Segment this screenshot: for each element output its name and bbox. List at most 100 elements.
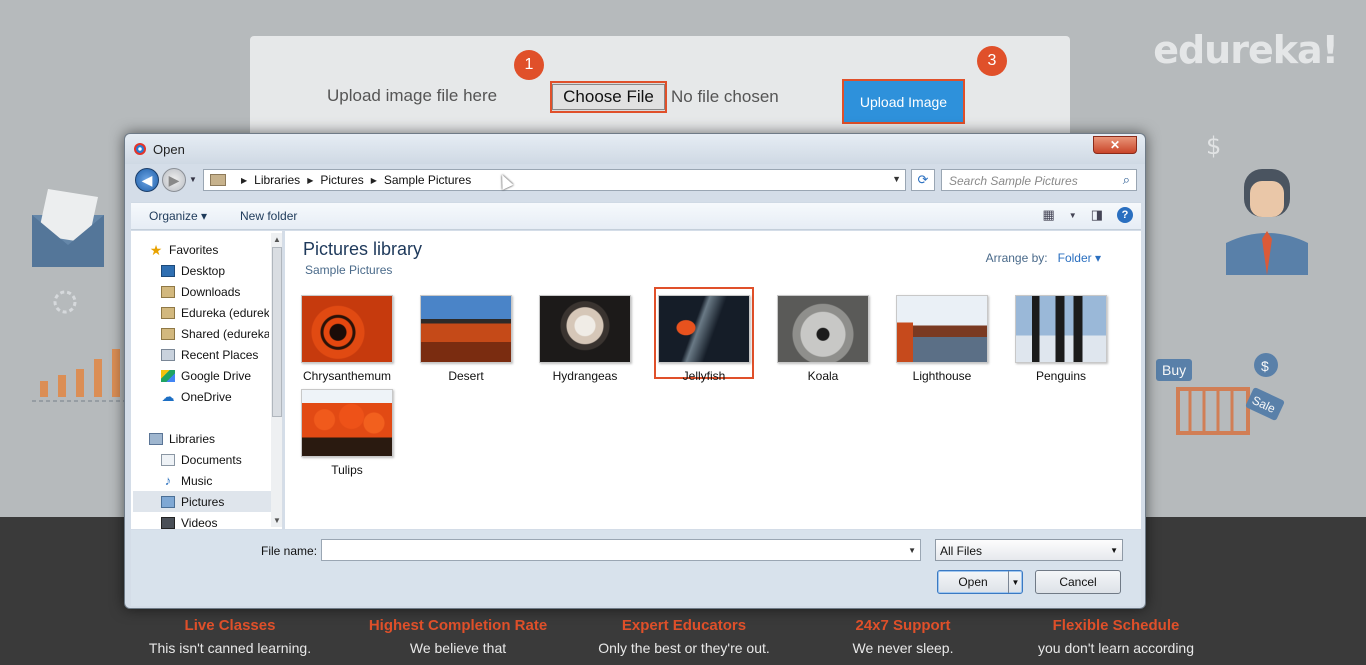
feature-desc: We believe that (409, 640, 507, 656)
penguins-thumbnail (1015, 295, 1107, 363)
file-name: Hydrangeas (552, 369, 618, 383)
dollar-illustration: $ (1206, 132, 1221, 160)
step-badge-3: 3 (977, 46, 1007, 76)
open-button-label: Open (958, 575, 988, 589)
breadcrumb-arrow-icon[interactable]: ▶ (307, 176, 313, 185)
arrange-by-control[interactable]: Arrange by: Folder ▾ (986, 251, 1101, 265)
file-name: Desert (448, 369, 484, 383)
sidebar-item-shared[interactable]: Shared (edureka (161, 323, 269, 344)
sidebar-item-label: Pictures (181, 494, 225, 509)
google-drive-icon (161, 369, 175, 382)
help-icon[interactable]: ? (1117, 207, 1133, 223)
command-toolbar: Organize ▾ New folder ▦ ▼ ◨ ? (131, 202, 1141, 230)
upload-card: Upload image file here Choose File No fi… (250, 36, 1070, 146)
sidebar-item-edureka[interactable]: Edureka (edurek (161, 302, 269, 323)
sidebar-item-downloads[interactable]: Downloads (161, 281, 282, 302)
sidebar-item-label: Favorites (169, 242, 219, 257)
forward-arrow-icon[interactable]: ▶ (162, 168, 186, 192)
search-icon[interactable]: ⌕ (1123, 172, 1130, 188)
file-item-tulips[interactable]: Tulips (297, 389, 397, 477)
chrysanthemum-thumbnail (301, 295, 393, 363)
change-view-icon[interactable]: ▦ (1042, 207, 1054, 223)
file-item-penguins[interactable]: Penguins (1011, 295, 1111, 383)
sidebar-item-label: Libraries (169, 431, 216, 446)
hydrangeas-thumbnail (539, 295, 631, 363)
preview-pane-icon[interactable]: ◨ (1091, 207, 1103, 223)
new-folder-button[interactable]: New folder (240, 209, 297, 223)
organize-menu[interactable]: Organize ▾ (149, 209, 207, 223)
file-item-koala[interactable]: Koala (773, 295, 873, 383)
file-name: Koala (807, 369, 839, 383)
file-item-hydrangeas[interactable]: Hydrangeas (535, 295, 635, 383)
refresh-icon[interactable]: ⟳ (911, 169, 935, 191)
music-note-icon: ♪ (164, 472, 172, 488)
close-button[interactable]: ✕ (1093, 136, 1137, 154)
sidebar-item-onedrive[interactable]: ☁ OneDrive (161, 386, 282, 407)
sidebar-item-libraries[interactable]: Libraries (149, 428, 282, 449)
file-item-lighthouse[interactable]: Lighthouse (892, 295, 992, 383)
choose-file-label: Choose File (552, 84, 665, 110)
sidebar-item-label: Music (181, 473, 213, 488)
back-arrow-icon[interactable]: ◀ (135, 168, 159, 192)
sidebar-item-recent-places[interactable]: Recent Places (161, 344, 282, 365)
sidebar-item-label: Desktop (181, 263, 226, 278)
cancel-button[interactable]: Cancel (1035, 570, 1121, 594)
sidebar-item-desktop[interactable]: Desktop (161, 260, 282, 281)
library-subtitle: Sample Pictures (305, 263, 393, 277)
file-name-dropdown-icon[interactable]: ▼ (908, 546, 916, 555)
feature-flexible-schedule: Flexible Schedule you don't learn accord… (1016, 617, 1216, 656)
sidebar-item-label: Google Drive (181, 368, 252, 383)
open-button[interactable]: Open ▼ (937, 570, 1023, 594)
sidebar-item-documents[interactable]: Documents (161, 449, 282, 470)
file-item-jellyfish[interactable]: Jellyfish (654, 287, 754, 383)
scroll-thumb[interactable] (272, 247, 282, 417)
dialog-footer: File name: ▼ All Files ▼ Open ▼ Cancel (131, 530, 1141, 606)
nav-scrollbar[interactable]: ▲ ▼ (271, 233, 282, 527)
file-type-select[interactable]: All Files ▼ (935, 539, 1123, 561)
breadcrumb-libraries[interactable]: Libraries (254, 173, 300, 187)
feature-title: 24x7 Support (855, 617, 951, 634)
recent-locations-dropdown-icon[interactable]: ▼ (189, 175, 197, 184)
view-dropdown-icon[interactable]: ▼ (1069, 211, 1077, 220)
arrange-label: Arrange by: (985, 251, 1048, 265)
choose-file-button[interactable]: Choose File (550, 81, 667, 113)
downloads-folder-icon (161, 285, 175, 298)
brand-logo: edureka! (1153, 28, 1339, 72)
sidebar-item-pictures[interactable]: Pictures (133, 491, 271, 512)
sidebar-item-google-drive[interactable]: Google Drive (161, 365, 282, 386)
file-list-pane: Pictures library Sample Pictures Arrange… (285, 231, 1141, 529)
address-bar[interactable]: ▶ Libraries ▶ Pictures ▶ Sample Pictures… (203, 169, 906, 191)
address-navbar: ◀ ▶ ▼ ▶ Libraries ▶ Pictures ▶ Sample Pi… (131, 166, 1141, 196)
sidebar-item-label: OneDrive (181, 389, 232, 404)
dialog-title: Open (153, 142, 185, 157)
file-item-desert[interactable]: Desert (416, 295, 516, 383)
breadcrumb-sample-pictures[interactable]: Sample Pictures (384, 173, 471, 187)
videos-icon (161, 516, 175, 529)
file-name-label: File name: (261, 544, 318, 558)
scroll-down-icon[interactable]: ▼ (273, 516, 281, 525)
sidebar-item-music[interactable]: ♪ Music (161, 470, 282, 491)
sidebar-item-favorites[interactable]: ★ Favorites (149, 239, 282, 260)
feature-title: Expert Educators (621, 617, 747, 634)
file-name: Lighthouse (912, 369, 972, 383)
arrange-value[interactable]: Folder ▾ (1058, 251, 1101, 265)
upload-image-button[interactable]: Upload Image (842, 79, 965, 124)
shopping-basket-illustration: Buy $ Sale (1156, 353, 1285, 435)
sidebar-item-label: Shared (edureka (181, 326, 269, 341)
scroll-up-icon[interactable]: ▲ (273, 235, 281, 244)
sidebar-item-videos[interactable]: Videos (161, 512, 282, 530)
address-dropdown-icon[interactable]: ▼ (892, 174, 901, 184)
sidebar-item-label: Documents (181, 452, 242, 467)
dialog-titlebar[interactable]: Open ✕ (125, 134, 1145, 164)
businessman-illustration (1226, 169, 1308, 275)
sidebar-item-label: Videos (181, 515, 218, 530)
file-type-dropdown-icon[interactable]: ▼ (1110, 546, 1118, 555)
breadcrumb-arrow-icon[interactable]: ▶ (241, 176, 247, 185)
breadcrumb-pictures[interactable]: Pictures (320, 173, 363, 187)
open-options-dropdown-icon[interactable]: ▼ (1008, 571, 1022, 593)
step-badge-1: 1 (514, 50, 544, 80)
breadcrumb-arrow-icon[interactable]: ▶ (371, 176, 377, 185)
search-input[interactable]: Search Sample Pictures ⌕ (941, 169, 1137, 191)
file-name-input[interactable]: ▼ (321, 539, 921, 561)
file-item-chrysanthemum[interactable]: Chrysanthemum (297, 295, 397, 383)
